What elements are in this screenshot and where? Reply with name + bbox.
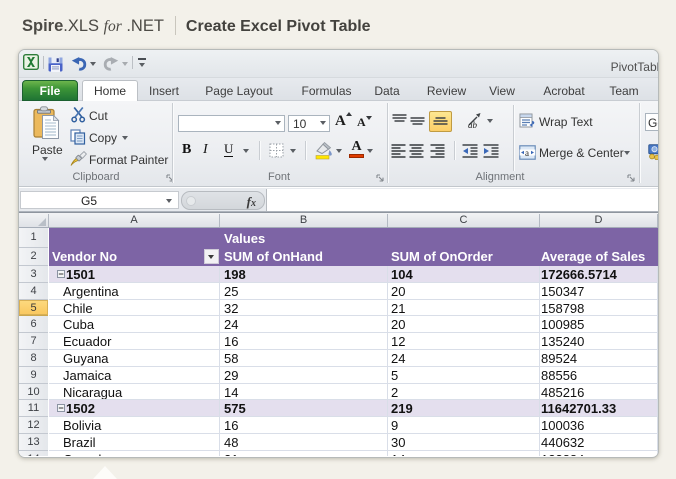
svg-text:ab: ab	[468, 120, 478, 129]
svg-text:a: a	[525, 148, 529, 158]
